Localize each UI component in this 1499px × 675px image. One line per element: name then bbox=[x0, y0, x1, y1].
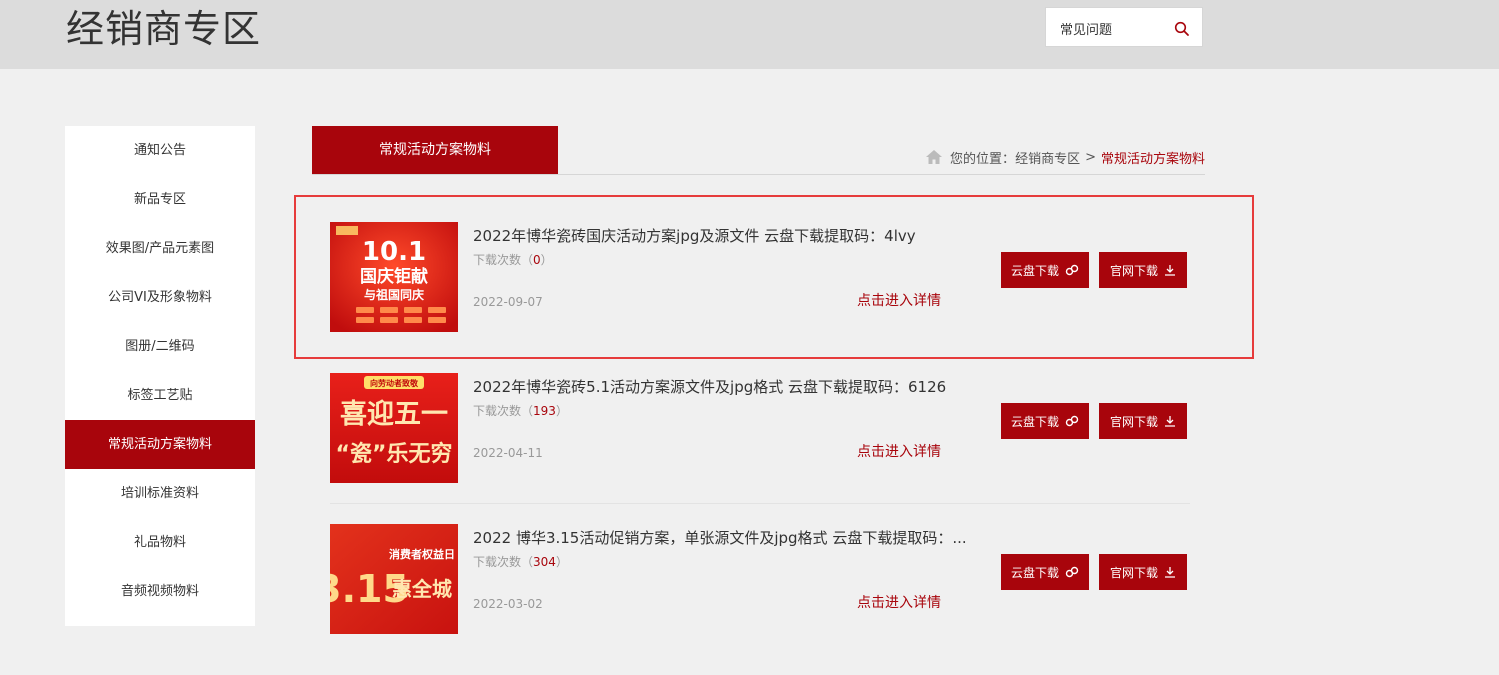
search-input[interactable] bbox=[1060, 17, 1170, 39]
sidebar-nav: 通知公告 新品专区 效果图/产品元素图 公司VI及形象物料 图册/二维码 标签工… bbox=[65, 126, 255, 626]
poster-text: 喜迎五一 bbox=[340, 399, 448, 430]
link-icon bbox=[1065, 566, 1079, 578]
download-count-value: 0 bbox=[533, 253, 541, 267]
sidebar-item-media[interactable]: 音频视频物料 bbox=[65, 567, 255, 616]
item-title-link[interactable]: 2022年博华瓷砖国庆活动方案jpg及源文件 云盘下载提取码：4lvy bbox=[473, 225, 973, 246]
item-thumbnail[interactable]: 10.1 国庆钜献 与祖国同庆 bbox=[330, 222, 458, 332]
top-header: 经销商专区 bbox=[0, 0, 1499, 69]
download-count: 下载次数（0） bbox=[473, 253, 553, 267]
download-count: 下载次数（304） bbox=[473, 555, 568, 569]
download-icon bbox=[1165, 567, 1175, 578]
download-count-value: 304 bbox=[533, 555, 556, 569]
download-count-value: 193 bbox=[533, 404, 556, 418]
item-date: 2022-03-02 bbox=[473, 597, 543, 611]
cloud-download-button[interactable]: 云盘下载 bbox=[1001, 403, 1089, 439]
poster-text: “瓷”乐无穷 bbox=[336, 441, 453, 467]
breadcrumb-parent-link[interactable]: 经销商专区 bbox=[1015, 148, 1080, 167]
tab-campaign-materials[interactable]: 常规活动方案物料 bbox=[312, 126, 558, 174]
sidebar-item-notices[interactable]: 通知公告 bbox=[65, 126, 255, 175]
page-title: 经销商专区 bbox=[66, 7, 262, 51]
breadcrumb-current: 常规活动方案物料 bbox=[1100, 151, 1205, 167]
list-item: 向劳动者致敬 喜迎五一 “瓷”乐无穷 2022年博华瓷砖5.1活动方案源文件及j… bbox=[330, 373, 1190, 524]
official-download-label: 官网下载 bbox=[1109, 263, 1158, 278]
link-icon bbox=[1065, 415, 1079, 427]
official-download-button[interactable]: 官网下载 bbox=[1099, 554, 1187, 590]
sidebar-item-gifts[interactable]: 礼品物料 bbox=[65, 518, 255, 567]
list-item: 10.1 国庆钜献 与祖国同庆 2022年博华瓷砖国庆活动方案jpg及源文件 云… bbox=[330, 222, 1190, 373]
breadcrumb-separator: > bbox=[1085, 149, 1096, 165]
official-download-label: 官网下载 bbox=[1109, 565, 1158, 580]
item-date: 2022-09-07 bbox=[473, 295, 543, 309]
download-icon bbox=[1165, 416, 1175, 427]
cloud-download-label: 云盘下载 bbox=[1010, 263, 1059, 278]
official-download-button[interactable]: 官网下载 bbox=[1099, 252, 1187, 288]
poster-text: 消费者权益日 bbox=[389, 547, 455, 561]
official-download-button[interactable]: 官网下载 bbox=[1099, 403, 1187, 439]
item-date: 2022-04-11 bbox=[473, 446, 543, 460]
cloud-download-label: 云盘下载 bbox=[1010, 565, 1059, 580]
cloud-download-label: 云盘下载 bbox=[1010, 414, 1059, 429]
item-title-link[interactable]: 2022 博华3.15活动促销方案，单张源文件及jpg格式 云盘下载提取码：..… bbox=[473, 527, 973, 548]
detail-link[interactable]: 点击进入详情 bbox=[857, 290, 941, 310]
item-thumbnail[interactable]: 向劳动者致敬 喜迎五一 “瓷”乐无穷 bbox=[330, 373, 458, 483]
poster-text: 国庆钜献 bbox=[360, 266, 428, 287]
sidebar-item-vi-materials[interactable]: 公司VI及形象物料 bbox=[65, 273, 255, 322]
download-count-label: 下载次数 bbox=[473, 404, 522, 418]
item-divider bbox=[330, 503, 1190, 504]
poster-text: 10.1 bbox=[362, 237, 426, 267]
download-count-label: 下载次数 bbox=[473, 253, 522, 267]
breadcrumb: 您的位置： 经销商专区 > 常规活动方案物料 bbox=[925, 148, 1205, 167]
cloud-download-button[interactable]: 云盘下载 bbox=[1001, 252, 1089, 288]
detail-link[interactable]: 点击进入详情 bbox=[857, 441, 941, 461]
download-count: 下载次数（193） bbox=[473, 404, 568, 418]
download-icon bbox=[1165, 265, 1175, 276]
detail-link[interactable]: 点击进入详情 bbox=[857, 592, 941, 612]
sidebar-item-campaign-materials[interactable]: 常规活动方案物料 bbox=[65, 420, 255, 469]
sidebar-item-new-products[interactable]: 新品专区 bbox=[65, 175, 255, 224]
poster-text: 惠全城 bbox=[392, 577, 452, 601]
item-thumbnail[interactable]: 3.15 消费者权益日 惠全城 bbox=[330, 524, 458, 634]
official-download-label: 官网下载 bbox=[1109, 414, 1158, 429]
tab-divider bbox=[312, 174, 1205, 175]
poster-text: 向劳动者致敬 bbox=[370, 378, 419, 388]
poster-text: 与祖国同庆 bbox=[364, 287, 424, 302]
cloud-download-button[interactable]: 云盘下载 bbox=[1001, 554, 1089, 590]
sidebar-item-training[interactable]: 培训标准资料 bbox=[65, 469, 255, 518]
item-title-link[interactable]: 2022年博华瓷砖5.1活动方案源文件及jpg格式 云盘下载提取码：6126 bbox=[473, 376, 973, 397]
sidebar-item-catalog-qrcode[interactable]: 图册/二维码 bbox=[65, 322, 255, 371]
breadcrumb-prefix: 您的位置： bbox=[950, 151, 1016, 167]
link-icon bbox=[1065, 264, 1079, 276]
sidebar-item-renderings[interactable]: 效果图/产品元素图 bbox=[65, 224, 255, 273]
search-box[interactable] bbox=[1045, 7, 1203, 47]
search-icon[interactable] bbox=[1174, 21, 1190, 37]
list-item: 3.15 消费者权益日 惠全城 2022 博华3.15活动促销方案，单张源文件及… bbox=[330, 524, 1190, 675]
home-icon bbox=[926, 150, 943, 164]
download-count-label: 下载次数 bbox=[473, 555, 522, 569]
sidebar-item-labels[interactable]: 标签工艺贴 bbox=[65, 371, 255, 420]
